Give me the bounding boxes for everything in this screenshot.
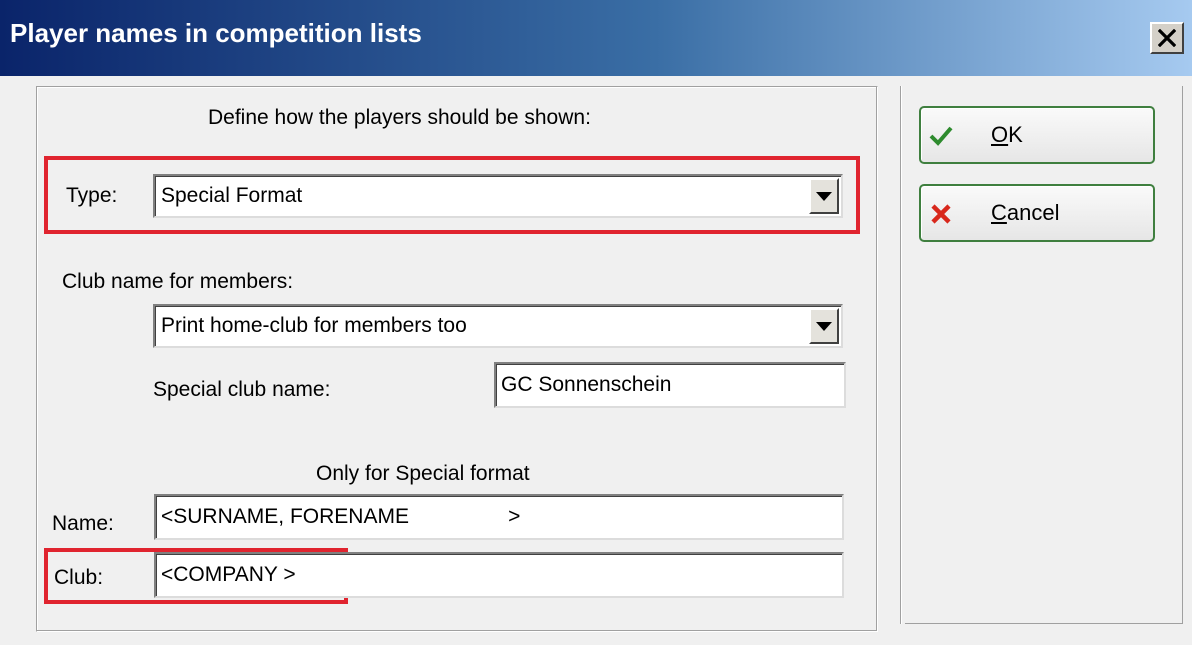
name-format-value: <SURNAME, FORENAME > — [161, 505, 521, 528]
instruction-text: Define how the players should be shown: — [208, 106, 591, 129]
ok-button[interactable]: OK — [919, 106, 1155, 164]
name-format-input[interactable]: <SURNAME, FORENAME > — [154, 494, 844, 540]
type-dropdown[interactable]: Special Format — [153, 174, 843, 218]
special-club-input-value: GC Sonnenschein — [501, 373, 672, 396]
cancel-button-label: Cancel — [991, 200, 1060, 225]
special-format-heading: Only for Special format — [316, 462, 530, 485]
type-dropdown-value: Special Format — [161, 184, 303, 207]
club-label: Club: — [54, 566, 104, 589]
checkmark-icon — [929, 126, 953, 146]
chevron-down-icon — [816, 191, 832, 201]
close-button[interactable] — [1150, 22, 1184, 54]
club-option-dropdown[interactable]: Print home-club for members too — [153, 304, 843, 348]
ok-button-label: OK — [991, 122, 1023, 147]
dialog-body: Define how the players should be shown: … — [0, 76, 1192, 645]
club-option-dropdown-button[interactable] — [809, 308, 839, 344]
cross-icon — [931, 204, 951, 224]
special-club-label: Special club name: — [153, 378, 331, 401]
club-format-value: <COMPANY > — [161, 563, 296, 586]
name-label: Name: — [52, 512, 114, 535]
title-bar: Player names in competition lists — [0, 0, 1192, 76]
type-label: Type: — [66, 184, 118, 207]
type-dropdown-button[interactable] — [809, 178, 839, 214]
club-option-value: Print home-club for members too — [161, 314, 467, 337]
cancel-button[interactable]: Cancel — [919, 184, 1155, 242]
club-section-label: Club name for members: — [62, 270, 294, 293]
window-title: Player names in competition lists — [10, 18, 422, 48]
panel-separator — [900, 86, 902, 624]
special-club-input[interactable]: GC Sonnenschein — [494, 362, 846, 408]
chevron-down-icon — [816, 321, 832, 331]
button-panel — [905, 86, 1183, 624]
club-format-input[interactable]: <COMPANY > — [154, 552, 844, 598]
close-icon — [1158, 29, 1176, 47]
